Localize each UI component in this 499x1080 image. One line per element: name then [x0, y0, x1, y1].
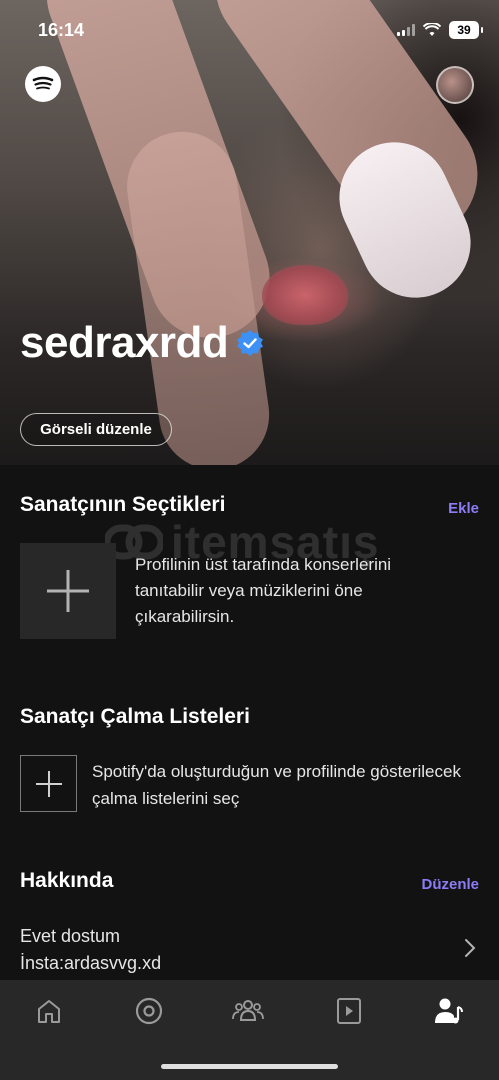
chevron-right-icon[interactable]	[463, 938, 477, 958]
profile-header-image: 16:14 39 sedraxrdd Görseli düzenle	[0, 0, 499, 465]
status-time: 16:14	[38, 20, 85, 40]
nav-radio[interactable]	[132, 994, 166, 1028]
artist-picks-title: Sanatçının Seçtikleri	[20, 493, 226, 516]
spotify-waves-icon	[32, 76, 54, 90]
lips	[262, 265, 348, 325]
about-bio[interactable]: Evet dostum İnsta:ardasvvg.xd	[20, 923, 161, 977]
artist-picks-description: Profilinin üst tarafında konserlerini ta…	[135, 555, 392, 626]
home-icon	[38, 1000, 60, 1023]
artist-playlists-description: Spotify'da oluşturduğun ve profilinde gö…	[92, 762, 461, 808]
about-line: Evet dostum	[20, 926, 121, 946]
home-indicator[interactable]	[161, 1064, 338, 1069]
add-pick-button[interactable]: Ekle	[448, 500, 479, 517]
artist-name-row: sedraxrdd	[20, 318, 264, 368]
artist-playlists-title: Sanatçı Çalma Listeleri	[20, 705, 250, 728]
play-icon	[337, 998, 361, 1024]
signal-icon	[397, 24, 415, 36]
verified-badge-icon	[237, 330, 264, 356]
status-icons: 39	[397, 20, 483, 40]
nav-home[interactable]	[32, 994, 66, 1028]
battery-icon: 39	[449, 21, 483, 39]
radio-icon	[135, 997, 163, 1025]
plus-icon	[35, 770, 62, 797]
spotify-logo-icon[interactable]	[25, 66, 61, 102]
edit-about-button[interactable]: Düzenle	[421, 876, 479, 893]
nav-audience[interactable]	[231, 994, 265, 1028]
plus-icon	[47, 570, 89, 612]
profile-icon	[435, 998, 463, 1024]
about-title: Hakkında	[20, 869, 114, 892]
wifi-icon	[423, 23, 441, 36]
edit-image-button[interactable]: Görseli düzenle	[20, 413, 172, 446]
about-line: İnsta:ardasvvg.xd	[20, 953, 162, 973]
audience-icon	[232, 1000, 264, 1021]
nav-profile[interactable]	[432, 994, 466, 1028]
artist-name: sedraxrdd	[20, 318, 229, 367]
add-playlist-tile[interactable]	[20, 755, 77, 812]
avatar[interactable]	[436, 66, 474, 104]
add-pick-tile[interactable]	[20, 543, 116, 639]
nav-videos[interactable]	[332, 994, 366, 1028]
